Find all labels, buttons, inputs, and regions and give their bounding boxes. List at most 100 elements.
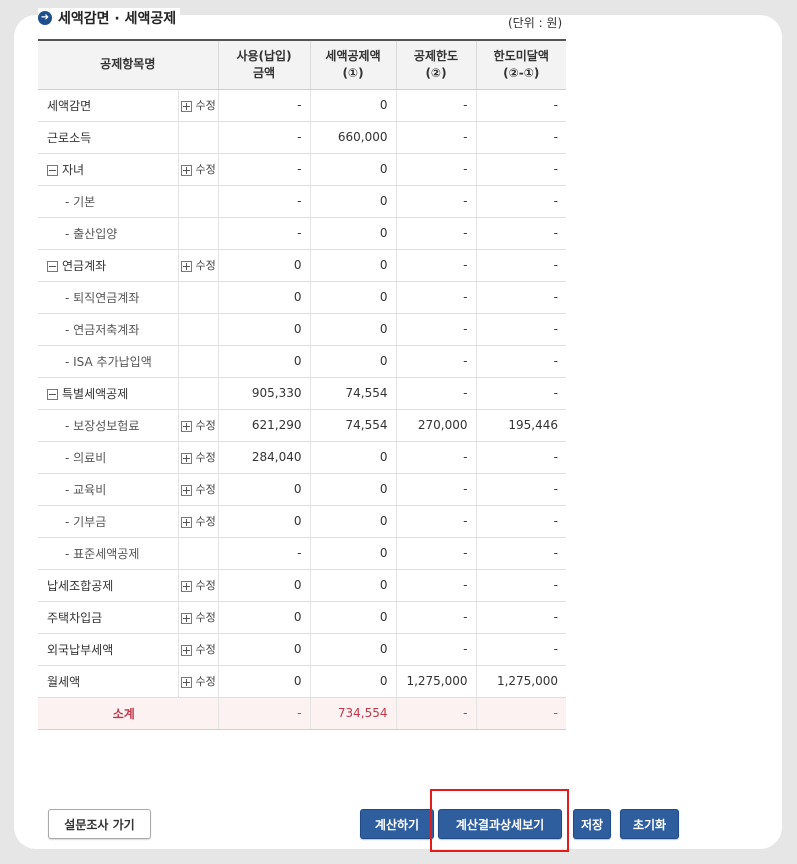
table-row: 연금계좌 수정 0 0- - [38,249,567,282]
edit-link[interactable]: 수정 [180,675,216,688]
header-amount: 사용(납입) 금액 [217,39,311,90]
cell-amount: 0 [217,313,311,346]
cell-amount: 0 [217,281,311,314]
cell-shortfall: - [475,249,567,282]
edit-link[interactable]: 수정 [180,611,216,624]
cell-credit: 74,554 [309,409,397,442]
cell-limit: - [395,537,477,570]
collapse-box-icon[interactable] [47,388,58,400]
row-name-text: 월세액 [47,674,81,689]
row-name: - 교육비 [38,473,178,506]
cell-amount: - [217,121,311,154]
header-credit: 세액공제액 (①) [309,39,397,90]
edit-link[interactable]: 수정 [180,163,216,176]
cell-credit: 0 [309,505,397,538]
row-name: - 표준세액공제 [38,537,178,570]
edit-label: 수정 [195,515,216,528]
survey-button[interactable]: 설문조사 가기 [48,809,151,839]
row-name: 주택차입금 [38,601,178,634]
cell-limit: - [395,121,477,154]
cell-shortfall: - [475,313,567,346]
edit-label: 수정 [195,483,216,496]
cell-amount: 284,040 [217,441,311,474]
cell-shortfall: - [475,537,567,570]
cell-amount: - [217,185,311,218]
cell-limit: - [395,633,477,666]
cell-amount: - [217,153,311,186]
total-amount: - [217,697,311,730]
row-edit: 수정 [177,249,219,282]
row-name: - ISA 추가납입액 [38,345,178,378]
edit-link[interactable]: 수정 [180,579,216,592]
row-name-text: 자녀 [62,162,85,177]
cell-amount: 0 [217,569,311,602]
cell-credit: 0 [309,185,397,218]
table-row: - 보장성보험료 수정 621,290 74,554 270,000 195,446 [38,409,567,442]
cell-limit: - [395,473,477,506]
cell-shortfall: - [475,601,567,634]
row-name: 근로소득 [38,121,178,154]
table-row: 납세조합공제 수정 0 0- - [38,569,567,602]
cell-amount: 0 [217,665,311,698]
edit-link[interactable]: 수정 [180,643,216,656]
row-edit: 수정 [177,153,219,186]
expand-box-icon [180,420,192,432]
cell-shortfall: - [475,633,567,666]
table-row: 자녀 수정 -0- - [38,153,567,186]
total-credit: 734,554 [309,697,397,730]
edit-label: 수정 [195,611,216,624]
table-row: - 출산입양 -0- - [38,217,567,250]
cell-credit: 0 [309,569,397,602]
calculate-button[interactable]: 계산하기 [360,809,434,839]
cell-shortfall: 195,446 [475,409,567,442]
header-item-name: 공제항목명 [38,39,219,90]
row-name: - 기부금 [38,505,178,538]
edit-link[interactable]: 수정 [180,99,216,112]
save-button[interactable]: 저장 [573,809,611,839]
edit-link[interactable]: 수정 [180,483,216,496]
cell-limit: - [395,281,477,314]
row-name-text: 세액감면 [47,98,92,113]
edit-label: 수정 [195,419,216,432]
table-row: - ISA 추가납입액 0 0- - [38,345,567,378]
row-name: 자녀 [38,153,178,186]
table-row: 특별세액공제 905,330 74,554- - [38,377,567,410]
collapse-box-icon[interactable] [47,164,58,176]
cell-amount: 0 [217,633,311,666]
edit-label: 수정 [195,99,216,112]
cell-shortfall: - [475,89,567,122]
reset-button[interactable]: 초기화 [620,809,679,839]
cell-amount: 0 [217,601,311,634]
edit-link[interactable]: 수정 [180,515,216,528]
cell-amount: 0 [217,473,311,506]
cell-shortfall: - [475,569,567,602]
cell-amount: 0 [217,249,311,282]
header-limit: 공제한도 (②) [395,39,477,90]
edit-link[interactable]: 수정 [180,419,216,432]
row-name-text: - 의료비 [65,450,107,465]
expand-box-icon [180,644,192,656]
cell-shortfall: 1,275,000 [475,665,567,698]
edit-link[interactable]: 수정 [180,259,216,272]
row-name: - 기본 [38,185,178,218]
cell-limit: - [395,185,477,218]
expand-box-icon [180,452,192,464]
cell-credit: 0 [309,217,397,250]
cell-amount: 0 [217,505,311,538]
cell-shortfall: - [475,121,567,154]
cell-amount: - [217,217,311,250]
table-row: 월세액 수정 0 0 1,275,000 1,275,000 [38,665,567,698]
cell-limit: - [395,601,477,634]
row-name-text: 특별세액공제 [62,386,129,401]
row-edit: 수정 [177,633,219,666]
table-row: - 교육비 수정 0 0- - [38,473,567,506]
row-name-text: 근로소득 [47,130,92,145]
table-row: - 기본 -0- - [38,185,567,218]
row-name-text: - 보장성보험료 [65,418,140,433]
edit-link[interactable]: 수정 [180,451,216,464]
collapse-box-icon[interactable] [47,260,58,272]
row-name-text: 주택차입금 [47,610,103,625]
row-edit: 수정 [177,665,219,698]
row-name-text: - 연금저축계좌 [65,322,140,337]
cell-shortfall: - [475,377,567,410]
